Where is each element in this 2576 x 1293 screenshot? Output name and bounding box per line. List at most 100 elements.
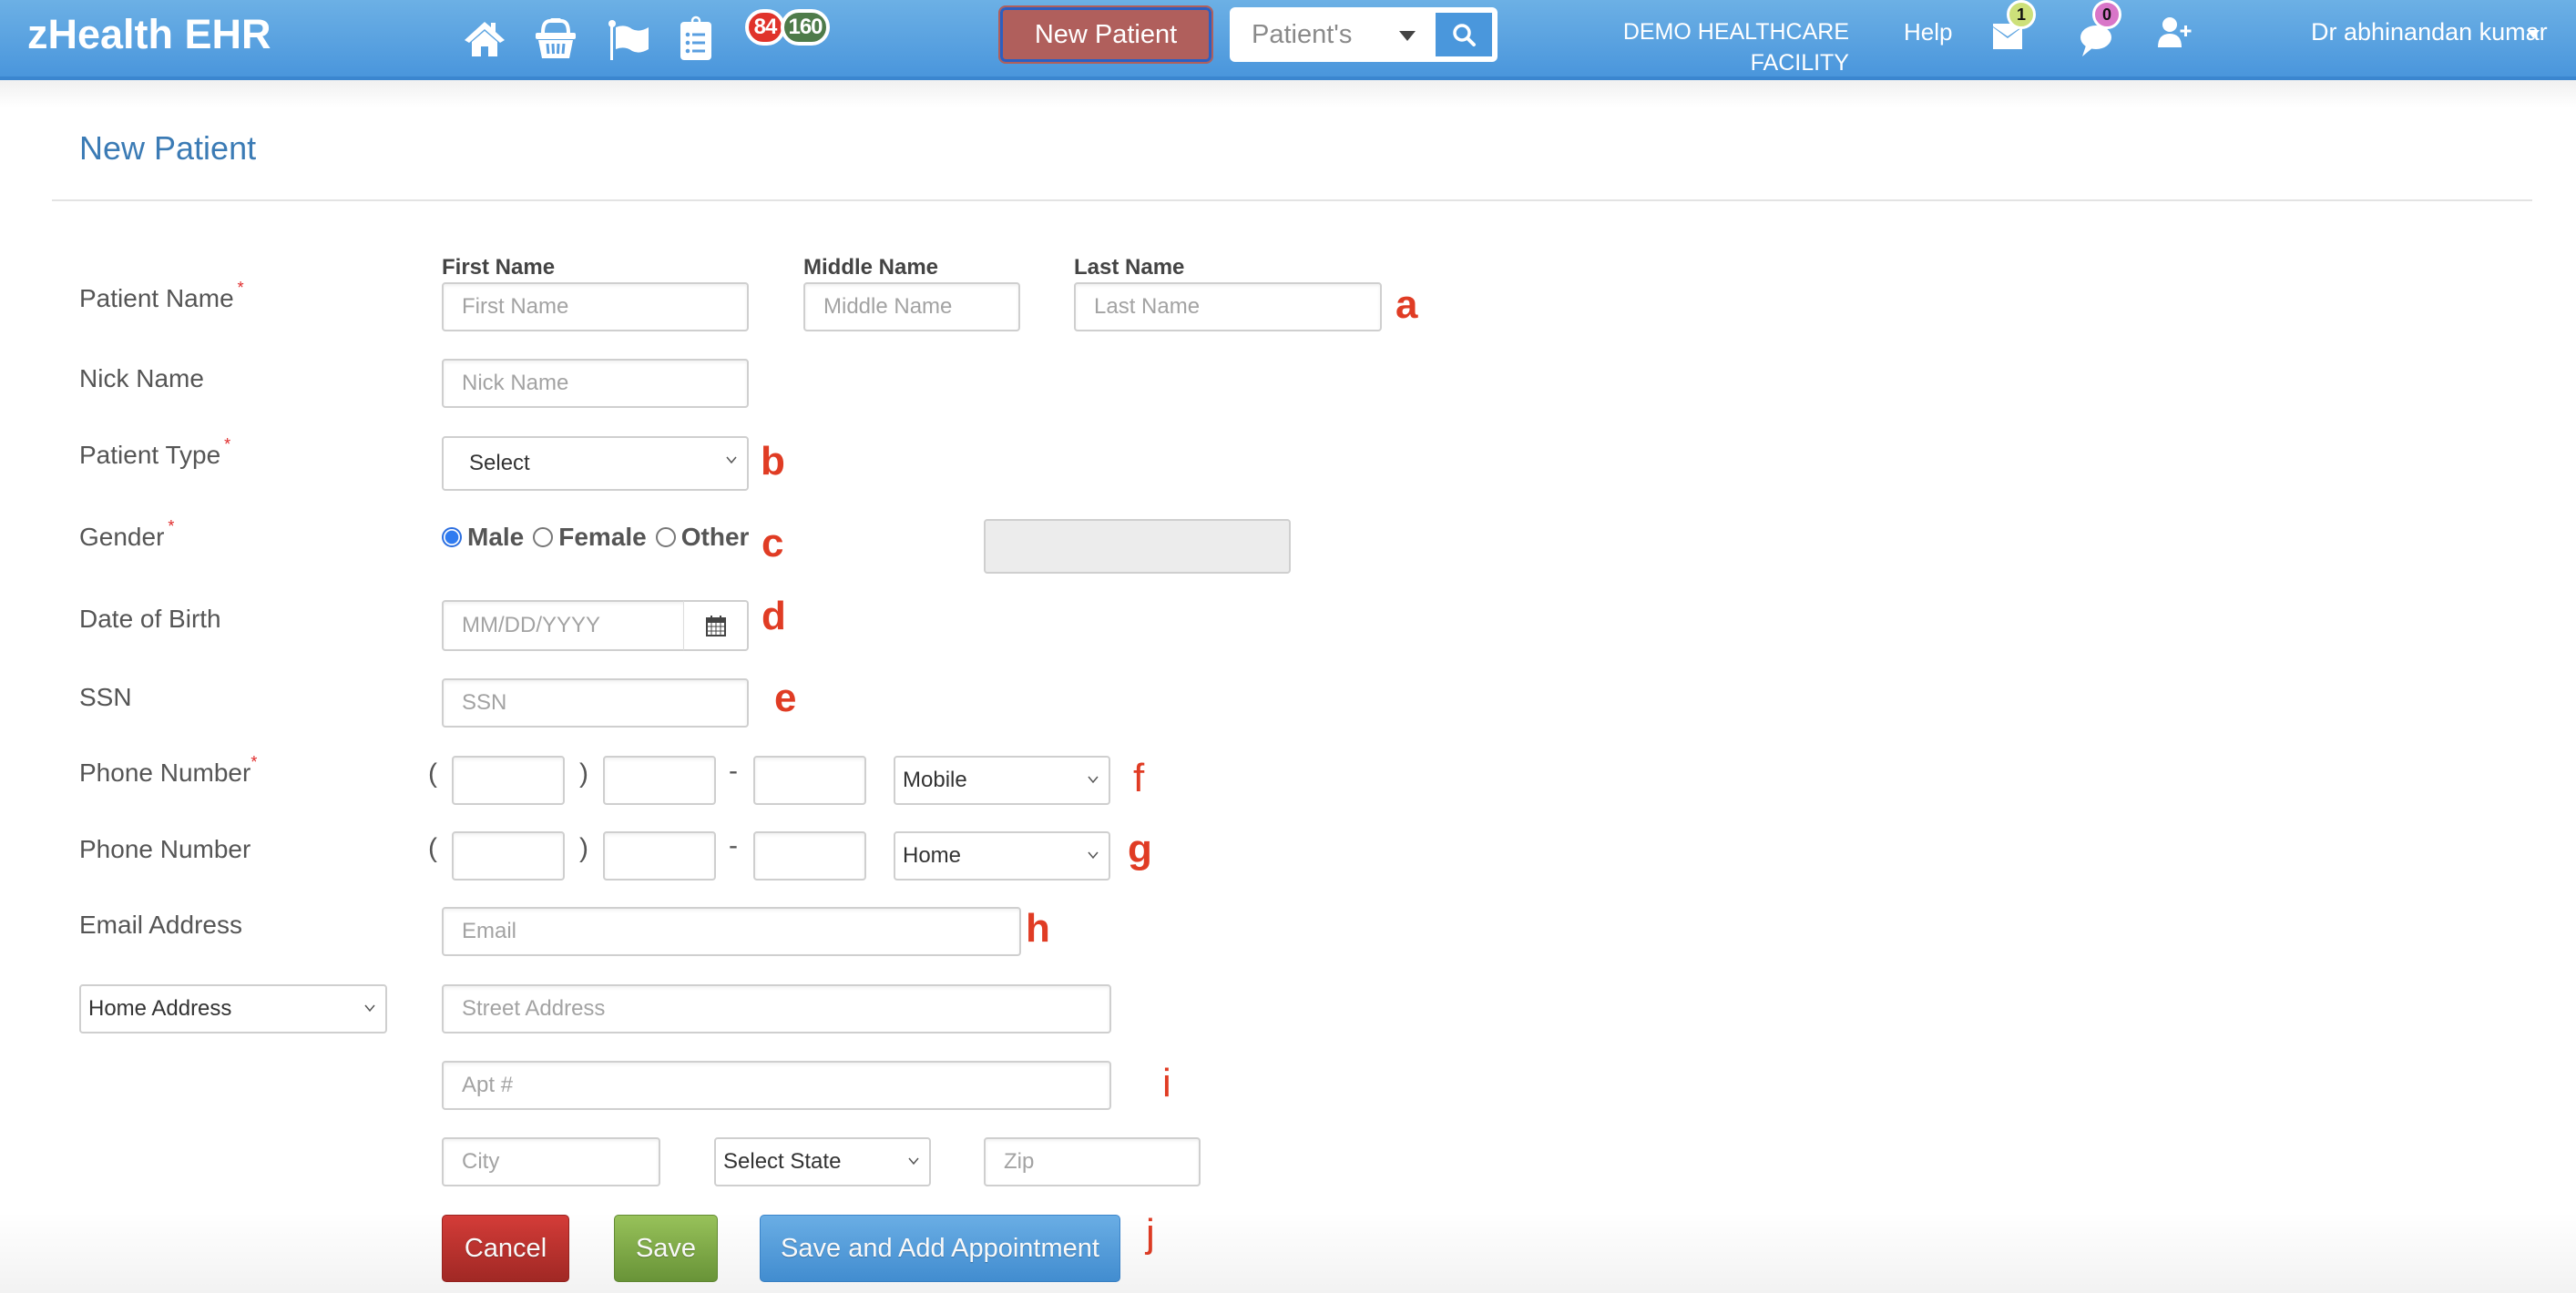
middle-name-label: Middle Name — [803, 255, 939, 280]
facility-line-2: FACILITY — [1750, 50, 1849, 76]
save-and-add-appointment-button[interactable]: Save and Add Appointment — [760, 1215, 1120, 1282]
first-name-input[interactable] — [442, 282, 749, 331]
annotation-a: a — [1395, 282, 1418, 327]
dob-input[interactable] — [442, 600, 686, 651]
save-button[interactable]: Save — [614, 1215, 718, 1282]
navbar-shadow — [0, 80, 2576, 107]
required-marker: * — [224, 435, 231, 453]
annotation-g: g — [1128, 827, 1152, 871]
phone1-area-code-input[interactable] — [452, 756, 565, 805]
paren-open: ( — [428, 758, 437, 789]
apt-input[interactable] — [442, 1061, 1111, 1110]
required-marker: * — [250, 753, 258, 771]
chevron-down-icon — [908, 1157, 919, 1166]
user-menu[interactable]: Dr abhinandan kumar — [2311, 18, 2548, 46]
top-navbar: zHealth EHR 84 160 New Patient Patient's… — [0, 0, 2576, 80]
phone1-type-select[interactable]: Mobile — [894, 756, 1110, 805]
search-button[interactable] — [1436, 13, 1492, 56]
state-select[interactable]: Select State — [714, 1137, 931, 1186]
annotation-e: e — [774, 676, 797, 720]
paren-close: ) — [579, 833, 588, 863]
required-marker: * — [168, 517, 175, 535]
gender-option-male[interactable]: Male — [442, 523, 524, 552]
email-label: Email Address — [79, 911, 242, 939]
last-name-input[interactable] — [1074, 282, 1382, 331]
phone2-area-code-input[interactable] — [452, 831, 565, 881]
phone-dash: - — [729, 830, 738, 860]
annotation-j: j — [1146, 1211, 1155, 1256]
ssn-label: SSN — [79, 683, 132, 711]
last-name-label: Last Name — [1074, 255, 1185, 280]
phone1-prefix-input[interactable] — [603, 756, 716, 805]
zip-input[interactable] — [984, 1137, 1201, 1186]
phone2-line-input[interactable] — [753, 831, 866, 881]
brand-logo[interactable]: zHealth EHR — [27, 11, 271, 58]
radio-other[interactable] — [655, 527, 676, 547]
annotation-f: f — [1133, 756, 1145, 800]
add-user-icon[interactable] — [2157, 16, 2193, 49]
phone2-type-select[interactable]: Home — [894, 831, 1110, 881]
home-icon[interactable] — [461, 15, 508, 62]
phone-number-label: Phone Number* — [79, 753, 257, 788]
nick-name-input[interactable] — [442, 359, 749, 408]
search-type-label: Patient's — [1252, 19, 1353, 49]
gender-radio-group: Male Female Other — [442, 523, 749, 552]
gender-option-label: Male — [467, 523, 525, 551]
chevron-down-icon — [726, 456, 737, 464]
first-name-label: First Name — [442, 255, 556, 280]
facility-line-1: DEMO HEALTHCARE — [1622, 19, 1849, 45]
phone2-prefix-input[interactable] — [603, 831, 716, 881]
basket-icon[interactable] — [532, 15, 579, 62]
radio-female[interactable] — [533, 527, 554, 547]
email-input[interactable] — [442, 907, 1021, 956]
phone2-type-value: Home — [903, 843, 962, 868]
facility-name[interactable]: DEMO HEALTHCARE FACILITY — [1603, 16, 1849, 78]
gender-option-label: Female — [558, 523, 647, 551]
flag-icon[interactable] — [605, 15, 652, 62]
help-link[interactable]: Help — [1904, 18, 1952, 46]
radio-male[interactable] — [442, 527, 462, 547]
dob-label: Date of Birth — [79, 605, 221, 633]
alert-badge-red[interactable]: 84 — [745, 9, 785, 46]
heading-divider — [52, 199, 2532, 201]
patient-type-label: Patient Type * — [79, 435, 230, 470]
user-menu-caret-icon[interactable] — [2527, 30, 2540, 38]
patient-name-label-text: Patient Name — [79, 284, 234, 312]
annotation-d: d — [762, 594, 786, 638]
chevron-down-icon — [364, 1004, 375, 1013]
phone1-type-value: Mobile — [903, 768, 967, 792]
calendar-button[interactable] — [683, 600, 749, 651]
patient-type-label-text: Patient Type — [79, 441, 221, 469]
annotation-i: i — [1162, 1061, 1171, 1105]
ssn-input[interactable] — [442, 678, 749, 728]
gender-option-other[interactable]: Other — [655, 523, 750, 552]
gender-option-female[interactable]: Female — [533, 523, 647, 552]
gender-option-label: Other — [680, 523, 750, 551]
phone-number-2-label: Phone Number — [79, 835, 251, 863]
phone-dash: - — [729, 756, 738, 786]
page-bottom-shade — [0, 1211, 2576, 1293]
phone1-line-input[interactable] — [753, 756, 866, 805]
cancel-button[interactable]: Cancel — [442, 1215, 569, 1282]
middle-name-input[interactable] — [803, 282, 1020, 331]
caret-down-icon[interactable] — [1399, 31, 1416, 41]
patient-type-select[interactable]: Select — [442, 436, 749, 491]
patient-name-label: Patient Name * — [79, 279, 244, 313]
nick-name-label: Nick Name — [79, 364, 204, 392]
address-type-select[interactable]: Home Address — [79, 984, 387, 1033]
gender-other-input-disabled — [984, 519, 1291, 574]
patient-type-value: Select — [469, 451, 530, 475]
chevron-down-icon — [1088, 851, 1099, 860]
street-address-input[interactable] — [442, 984, 1111, 1033]
required-marker: * — [237, 279, 244, 297]
city-input[interactable] — [442, 1137, 660, 1186]
annotation-b: b — [761, 439, 785, 484]
new-patient-button[interactable]: New Patient — [998, 5, 1213, 64]
address-type-value: Home Address — [88, 996, 232, 1021]
alert-badge-green[interactable]: 160 — [781, 9, 830, 46]
search-icon — [1453, 24, 1476, 46]
clipboard-list-icon[interactable] — [672, 15, 720, 62]
patient-search: Patient's — [1230, 7, 1498, 62]
phone-number-label-text: Phone Number — [79, 758, 251, 787]
state-value: Select State — [723, 1149, 842, 1174]
